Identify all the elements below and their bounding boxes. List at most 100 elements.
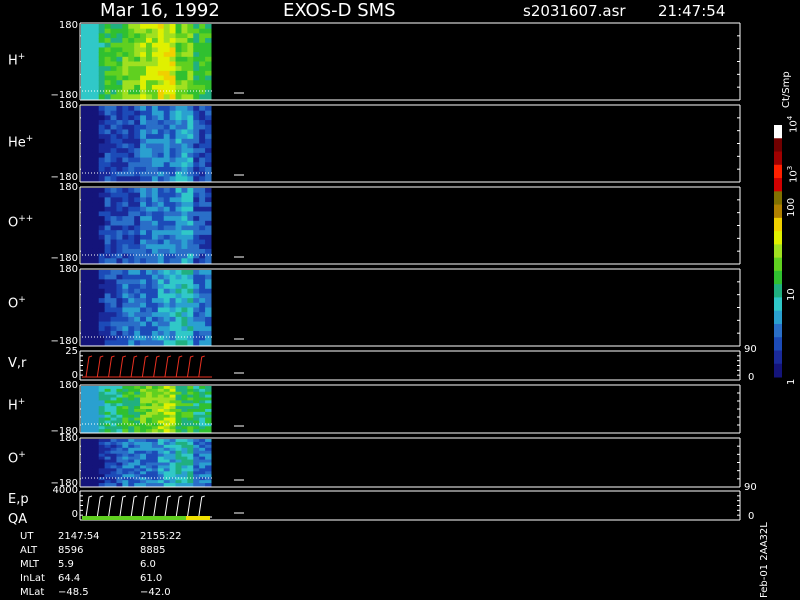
heatmap-cell bbox=[86, 38, 94, 44]
heatmap-cell bbox=[81, 138, 88, 144]
heatmap-cell bbox=[151, 138, 159, 144]
heatmap-cell bbox=[81, 148, 88, 154]
heatmap-cell bbox=[104, 423, 112, 427]
heatmap-cell bbox=[128, 124, 135, 130]
heatmap-cell bbox=[104, 225, 112, 231]
heatmap-cell bbox=[205, 420, 212, 424]
heatmap-cell bbox=[110, 480, 117, 484]
heatmap-cell bbox=[146, 152, 153, 159]
heatmap-cell bbox=[146, 120, 153, 126]
heatmap-cell bbox=[98, 459, 106, 463]
title-time: 21:47:54 bbox=[658, 2, 726, 20]
heatmap-cell bbox=[175, 444, 182, 449]
heatmap-cell bbox=[187, 206, 194, 212]
heatmap-cell bbox=[175, 468, 182, 472]
heatmap-cell bbox=[169, 94, 177, 100]
heatmap-cell bbox=[92, 56, 100, 62]
heatmap-cell bbox=[157, 406, 165, 410]
heatmap-cell bbox=[205, 274, 212, 280]
heatmap-cell bbox=[116, 234, 123, 241]
heatmap-cell bbox=[187, 411, 194, 416]
heatmap-cell bbox=[163, 312, 171, 318]
heatmap-cell bbox=[86, 397, 94, 401]
heatmap-cell bbox=[175, 471, 182, 475]
heatmap-cell bbox=[175, 388, 182, 393]
heatmap-cell bbox=[199, 143, 206, 149]
heatmap-cell bbox=[104, 284, 112, 290]
heatmap-cell bbox=[157, 197, 165, 203]
heatmap-cell bbox=[140, 248, 147, 255]
heatmap-cell bbox=[199, 134, 206, 140]
heatmap-cell bbox=[81, 234, 88, 241]
heatmap-cell bbox=[187, 453, 194, 458]
heatmap-cell bbox=[199, 211, 206, 217]
heatmap-cell bbox=[175, 129, 182, 135]
heatmap-cell bbox=[92, 321, 100, 327]
heatmap-cell bbox=[175, 316, 182, 323]
heatmap-cell bbox=[81, 335, 88, 341]
heatmap-cell bbox=[104, 56, 112, 62]
heatmap-cell bbox=[146, 426, 153, 430]
heatmap-cell bbox=[163, 52, 171, 58]
heatmap-cell bbox=[81, 429, 88, 433]
heatmap-cell bbox=[110, 152, 117, 159]
heatmap-cell bbox=[98, 293, 106, 299]
heatmap-cell bbox=[134, 253, 141, 259]
heatmap-cell bbox=[92, 483, 100, 487]
heatmap-cell bbox=[116, 143, 123, 149]
heatmap-cell bbox=[104, 459, 112, 463]
heatmap-cell bbox=[187, 234, 194, 241]
heatmap-cell bbox=[163, 192, 171, 198]
heatmap-cell bbox=[205, 279, 212, 285]
heatmap-cell bbox=[163, 474, 171, 478]
heatmap-cell bbox=[122, 480, 129, 484]
heatmap-cell bbox=[169, 33, 177, 39]
heatmap-cell bbox=[104, 288, 112, 294]
heatmap-cell bbox=[140, 89, 147, 95]
heatmap-cell bbox=[181, 326, 188, 332]
heatmap-cell bbox=[81, 302, 88, 308]
heatmap-cell bbox=[116, 403, 123, 407]
heatmap-cell bbox=[98, 447, 106, 452]
heatmap-cell bbox=[98, 426, 106, 430]
heatmap-cell bbox=[151, 70, 159, 77]
heatmap-cell bbox=[86, 115, 94, 121]
heatmap-cell bbox=[81, 197, 88, 203]
heatmap-cell bbox=[205, 225, 212, 231]
panel-6 bbox=[79, 437, 741, 488]
heatmap-cell bbox=[116, 248, 123, 255]
heatmap-cell bbox=[140, 38, 147, 44]
heatmap-cell bbox=[169, 400, 177, 404]
heatmap-cell bbox=[199, 138, 206, 144]
heatmap-cell bbox=[134, 188, 141, 194]
heatmap-cell bbox=[163, 84, 171, 91]
heatmap-cell bbox=[98, 411, 106, 416]
heatmap-cell bbox=[116, 471, 123, 475]
heatmap-cell bbox=[199, 462, 206, 466]
heatmap-cell bbox=[98, 388, 106, 393]
heatmap-cell bbox=[81, 216, 88, 222]
heatmap-cell bbox=[81, 162, 88, 168]
heatmap-cell bbox=[151, 42, 159, 48]
heatmap-cell bbox=[110, 244, 117, 250]
heatmap-cell bbox=[140, 456, 147, 461]
heatmap-cell bbox=[134, 426, 141, 430]
heatmap-cell bbox=[128, 302, 135, 308]
heatmap-cell bbox=[86, 274, 94, 280]
heatmap-cell bbox=[86, 84, 94, 91]
heatmap-cell bbox=[146, 397, 153, 401]
heatmap-cell bbox=[86, 202, 94, 208]
heatmap-cell bbox=[116, 340, 123, 346]
heatmap-cell bbox=[122, 47, 129, 53]
heatmap-cell bbox=[110, 258, 117, 264]
heatmap-cell bbox=[157, 321, 165, 327]
heatmap-cell bbox=[151, 480, 159, 484]
heatmap-cell bbox=[110, 171, 117, 177]
heatmap-cell bbox=[199, 274, 206, 280]
heatmap-cell bbox=[92, 106, 100, 112]
heatmap-cell bbox=[122, 115, 129, 121]
heatmap-cell bbox=[128, 411, 135, 416]
heatmap-cell bbox=[146, 157, 153, 163]
heatmap-cell bbox=[122, 340, 129, 346]
heatmap-cell bbox=[169, 84, 177, 91]
